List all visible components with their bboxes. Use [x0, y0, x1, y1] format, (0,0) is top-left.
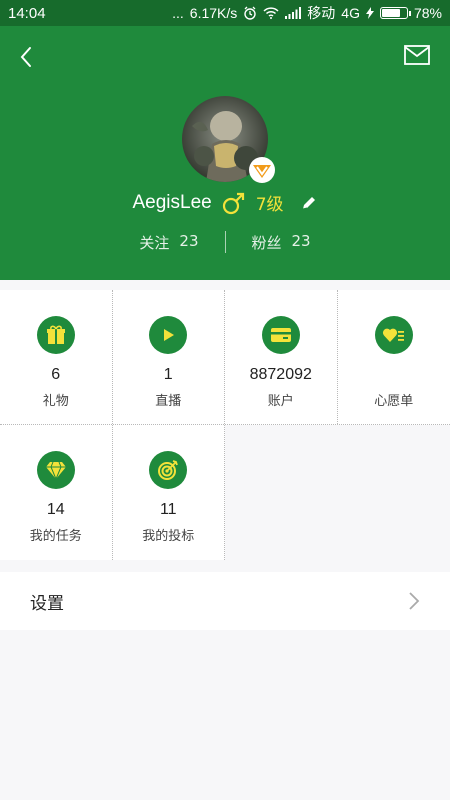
empty-cell	[337, 425, 450, 560]
wishlist-label: 心愿单	[374, 394, 414, 409]
envelope-icon	[404, 45, 430, 65]
settings-row[interactable]: 设置	[0, 572, 450, 630]
vip-badge-icon	[249, 157, 275, 183]
tasks-cell[interactable]: 14 我的任务	[0, 425, 113, 560]
signal-icon	[285, 7, 302, 19]
account-balance: 8872092	[249, 366, 312, 383]
carrier-label: 移动	[307, 5, 336, 21]
play-icon	[149, 316, 188, 354]
gift-icon	[36, 316, 75, 354]
fans-label: 粉丝	[251, 233, 282, 252]
chevron-left-icon	[20, 47, 31, 67]
pencil-icon	[302, 196, 315, 209]
mail-button[interactable]	[404, 44, 432, 68]
user-level: 7级	[255, 195, 284, 215]
back-button[interactable]	[12, 42, 40, 72]
following-label: 关注	[139, 233, 170, 252]
name-row: AegisLee 7级	[0, 190, 450, 215]
live-count: 1	[163, 366, 173, 383]
battery-icon	[379, 7, 411, 19]
live-cell[interactable]: 1 直播	[113, 290, 225, 424]
bids-cell[interactable]: 11 我的投标	[113, 425, 225, 560]
gift-cell[interactable]: 6 礼物	[0, 290, 113, 424]
feature-grid: 6 礼物 1 直播 8872092 账户 心愿单 14 我的任务 11 我的投标	[0, 290, 450, 560]
chevron-right-icon	[409, 592, 420, 610]
status-time: 14:04	[8, 4, 46, 22]
status-indicators: ... 6.17K/s 移动 4G 78%	[172, 3, 442, 23]
empty-cell	[225, 425, 338, 560]
alarm-icon	[244, 6, 256, 20]
edit-profile-button[interactable]	[300, 194, 318, 212]
user-name: AegisLee	[132, 191, 212, 213]
grid-row: 14 我的任务 11 我的投标	[0, 425, 450, 560]
tasks-count: 14	[46, 501, 65, 518]
heart-list-icon	[374, 316, 413, 354]
status-bar: 14:04 ... 6.17K/s 移动 4G 78%	[0, 0, 450, 26]
status-dots: ...	[172, 5, 184, 21]
follow-stats: 关注 23 粉丝 23	[0, 231, 450, 253]
avatar-wrap[interactable]	[182, 96, 275, 183]
target-icon	[149, 451, 188, 489]
following-stat[interactable]: 关注 23	[113, 232, 224, 253]
network-speed: 6.17K/s	[189, 5, 238, 21]
account-cell[interactable]: 8872092 账户	[225, 290, 338, 424]
male-gender-icon	[222, 192, 244, 214]
fans-count: 23	[291, 231, 311, 250]
settings-label: 设置	[30, 593, 64, 614]
fans-stat[interactable]: 粉丝 23	[226, 232, 337, 253]
grid-row: 6 礼物 1 直播 8872092 账户 心愿单	[0, 290, 450, 425]
wishlist-cell[interactable]: 心愿单	[338, 290, 450, 424]
battery-fill	[381, 9, 400, 17]
profile-header: AegisLee 7级 关注 23 粉丝 23	[0, 26, 450, 280]
gift-label: 礼物	[42, 394, 69, 409]
diamond-icon	[36, 451, 75, 489]
live-label: 直播	[155, 394, 182, 409]
charging-icon	[365, 7, 374, 19]
following-count: 23	[179, 231, 199, 250]
account-label: 账户	[267, 394, 294, 409]
card-icon	[261, 316, 300, 354]
network-type: 4G	[341, 5, 360, 21]
battery-percent: 78%	[413, 5, 442, 21]
stats-divider	[224, 231, 226, 253]
wifi-icon	[263, 7, 279, 19]
gift-count: 6	[51, 366, 61, 383]
bids-label: 我的投标	[142, 529, 195, 544]
tasks-label: 我的任务	[29, 529, 82, 544]
bids-count: 11	[159, 501, 177, 518]
